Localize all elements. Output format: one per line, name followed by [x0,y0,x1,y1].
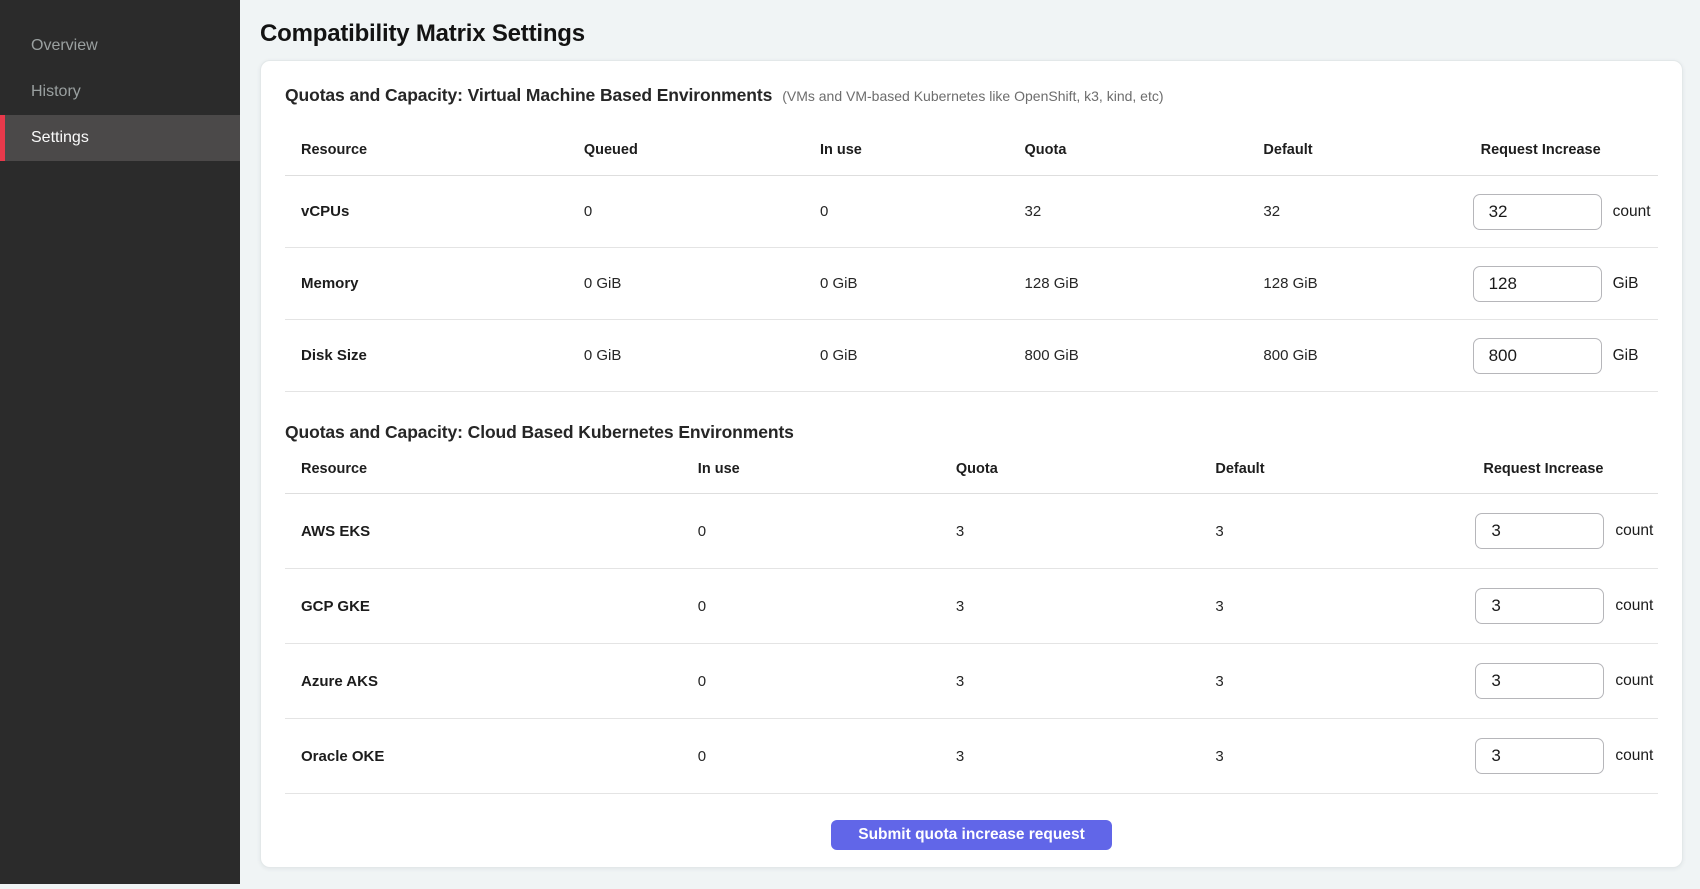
section-subtitle: (VMs and VM-based Kubernetes like OpenSh… [782,88,1163,104]
column-header-quota: Quota [1009,142,1248,158]
sidebar-item-label: Settings [31,129,89,147]
section-cloud-header: Quotas and Capacity: Cloud Based Kuberne… [285,422,1658,443]
table-header-vm: Resource Queued In use Quota Default Req… [285,106,1658,176]
request-increase-input[interactable] [1475,588,1604,624]
quota-value: 3 [940,523,1199,540]
in-use-value: 0 [682,523,940,540]
quota-value: 3 [940,673,1199,690]
unit-label: count [1615,747,1653,765]
request-increase-cell: count [1475,513,1658,549]
request-increase-input[interactable] [1473,266,1602,302]
column-header-resource: Resource [285,142,568,158]
sidebar-item-label: History [31,83,81,101]
request-increase-input[interactable] [1475,513,1604,549]
column-header-queued: Queued [568,142,804,158]
request-increase-input[interactable] [1473,338,1602,374]
unit-label: count [1615,522,1653,540]
request-increase-input[interactable] [1473,194,1602,230]
resource-name: Azure AKS [285,673,682,690]
queued-value: 0 [568,203,804,220]
unit-label: GiB [1613,347,1639,365]
default-value: 128 GiB [1247,275,1472,292]
default-value: 3 [1199,598,1475,615]
table-row-oracle-oke: Oracle OKE 0 3 3 count [285,719,1658,794]
queued-value: 0 GiB [568,275,804,292]
quota-value: 800 GiB [1009,347,1248,364]
resource-name: GCP GKE [285,598,682,615]
request-increase-cell: GiB [1473,338,1658,374]
sidebar-item-label: Overview [31,37,98,55]
queued-value: 0 GiB [568,347,804,364]
table-row-azure-aks: Azure AKS 0 3 3 count [285,644,1658,719]
table-row-memory: Memory 0 GiB 0 GiB 128 GiB 128 GiB GiB [285,248,1658,320]
request-increase-input[interactable] [1475,738,1604,774]
request-increase-input[interactable] [1475,663,1604,699]
table-row-disk-size: Disk Size 0 GiB 0 GiB 800 GiB 800 GiB Gi… [285,320,1658,392]
default-value: 3 [1199,673,1475,690]
quota-value: 3 [940,748,1199,765]
active-indicator [0,115,5,161]
section-title: Quotas and Capacity: Virtual Machine Bas… [285,85,772,106]
request-increase-cell: count [1475,663,1658,699]
unit-label: count [1615,672,1653,690]
in-use-value: 0 [682,673,940,690]
column-header-default: Default [1199,461,1475,477]
resource-name: AWS EKS [285,523,682,540]
request-increase-cell: count [1475,738,1658,774]
in-use-value: 0 GiB [804,347,1009,364]
sidebar-item-settings[interactable]: Settings [0,115,240,161]
column-header-in-use: In use [804,142,1009,158]
resource-name: Disk Size [285,347,568,364]
request-increase-cell: GiB [1473,266,1658,302]
page-title: Compatibility Matrix Settings [260,20,1683,48]
main-content: Compatibility Matrix Settings Quotas and… [240,0,1700,868]
default-value: 800 GiB [1247,347,1472,364]
column-header-default: Default [1247,142,1472,158]
unit-label: count [1613,203,1651,221]
quota-value: 3 [940,598,1199,615]
column-header-resource: Resource [285,461,682,477]
unit-label: GiB [1613,275,1639,293]
submit-quota-increase-button[interactable]: Submit quota increase request [831,820,1112,850]
table-row-aws-eks: AWS EKS 0 3 3 count [285,494,1658,569]
in-use-value: 0 [682,748,940,765]
section-title: Quotas and Capacity: Cloud Based Kuberne… [285,422,794,443]
resource-name: Memory [285,275,568,292]
unit-label: count [1615,597,1653,615]
column-header-request-increase: Request Increase [1475,461,1658,477]
default-value: 32 [1247,203,1472,220]
in-use-value: 0 [682,598,940,615]
default-value: 3 [1199,748,1475,765]
card-footer: Submit quota increase request [285,820,1658,850]
column-header-quota: Quota [940,461,1199,477]
column-header-request-increase: Request Increase [1473,142,1658,158]
request-increase-cell: count [1475,588,1658,624]
in-use-value: 0 [804,203,1009,220]
default-value: 3 [1199,523,1475,540]
column-header-in-use: In use [682,461,940,477]
sidebar: Overview History Settings [0,0,240,884]
sidebar-item-overview[interactable]: Overview [0,23,240,69]
settings-card: Quotas and Capacity: Virtual Machine Bas… [260,60,1683,868]
quota-value: 128 GiB [1009,275,1248,292]
table-header-cloud: Resource In use Quota Default Request In… [285,443,1658,494]
table-row-vcpus: vCPUs 0 0 32 32 count [285,176,1658,248]
section-vm-header: Quotas and Capacity: Virtual Machine Bas… [285,85,1658,106]
table-row-gcp-gke: GCP GKE 0 3 3 count [285,569,1658,644]
resource-name: vCPUs [285,203,568,220]
request-increase-cell: count [1473,194,1658,230]
quota-value: 32 [1009,203,1248,220]
in-use-value: 0 GiB [804,275,1009,292]
resource-name: Oracle OKE [285,748,682,765]
sidebar-item-history[interactable]: History [0,69,240,115]
